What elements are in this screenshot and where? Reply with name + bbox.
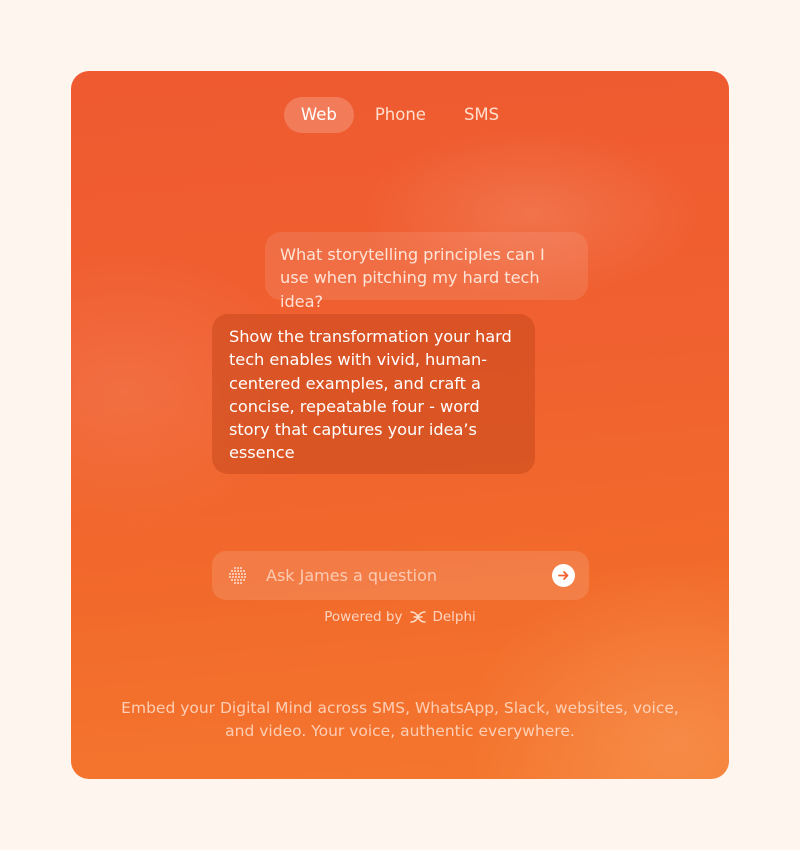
chat-input-bar — [212, 551, 589, 600]
powered-by: Powered by Delphi — [71, 609, 729, 625]
embed-description: Embed your Digital Mind across SMS, What… — [121, 699, 679, 740]
channel-tabs: Web Phone SMS — [71, 97, 729, 133]
dot-grid-icon — [229, 566, 246, 584]
delphi-logo-icon — [410, 611, 427, 623]
powered-by-label: Powered by — [324, 609, 403, 625]
bot-message-bubble: Show the transformation your hard tech e… — [212, 314, 535, 474]
tab-sms[interactable]: SMS — [447, 97, 516, 133]
delphi-brand-link[interactable]: Delphi — [432, 609, 475, 625]
chat-widget-card: Web Phone SMS What storytelling principl… — [71, 71, 729, 779]
ask-question-input[interactable] — [266, 566, 552, 585]
user-message-bubble: What storytelling principles can I use w… — [265, 232, 588, 311]
send-button[interactable] — [552, 564, 575, 587]
tab-web[interactable]: Web — [283, 97, 354, 133]
tab-phone[interactable]: Phone — [358, 97, 443, 133]
arrow-right-icon — [558, 571, 569, 580]
